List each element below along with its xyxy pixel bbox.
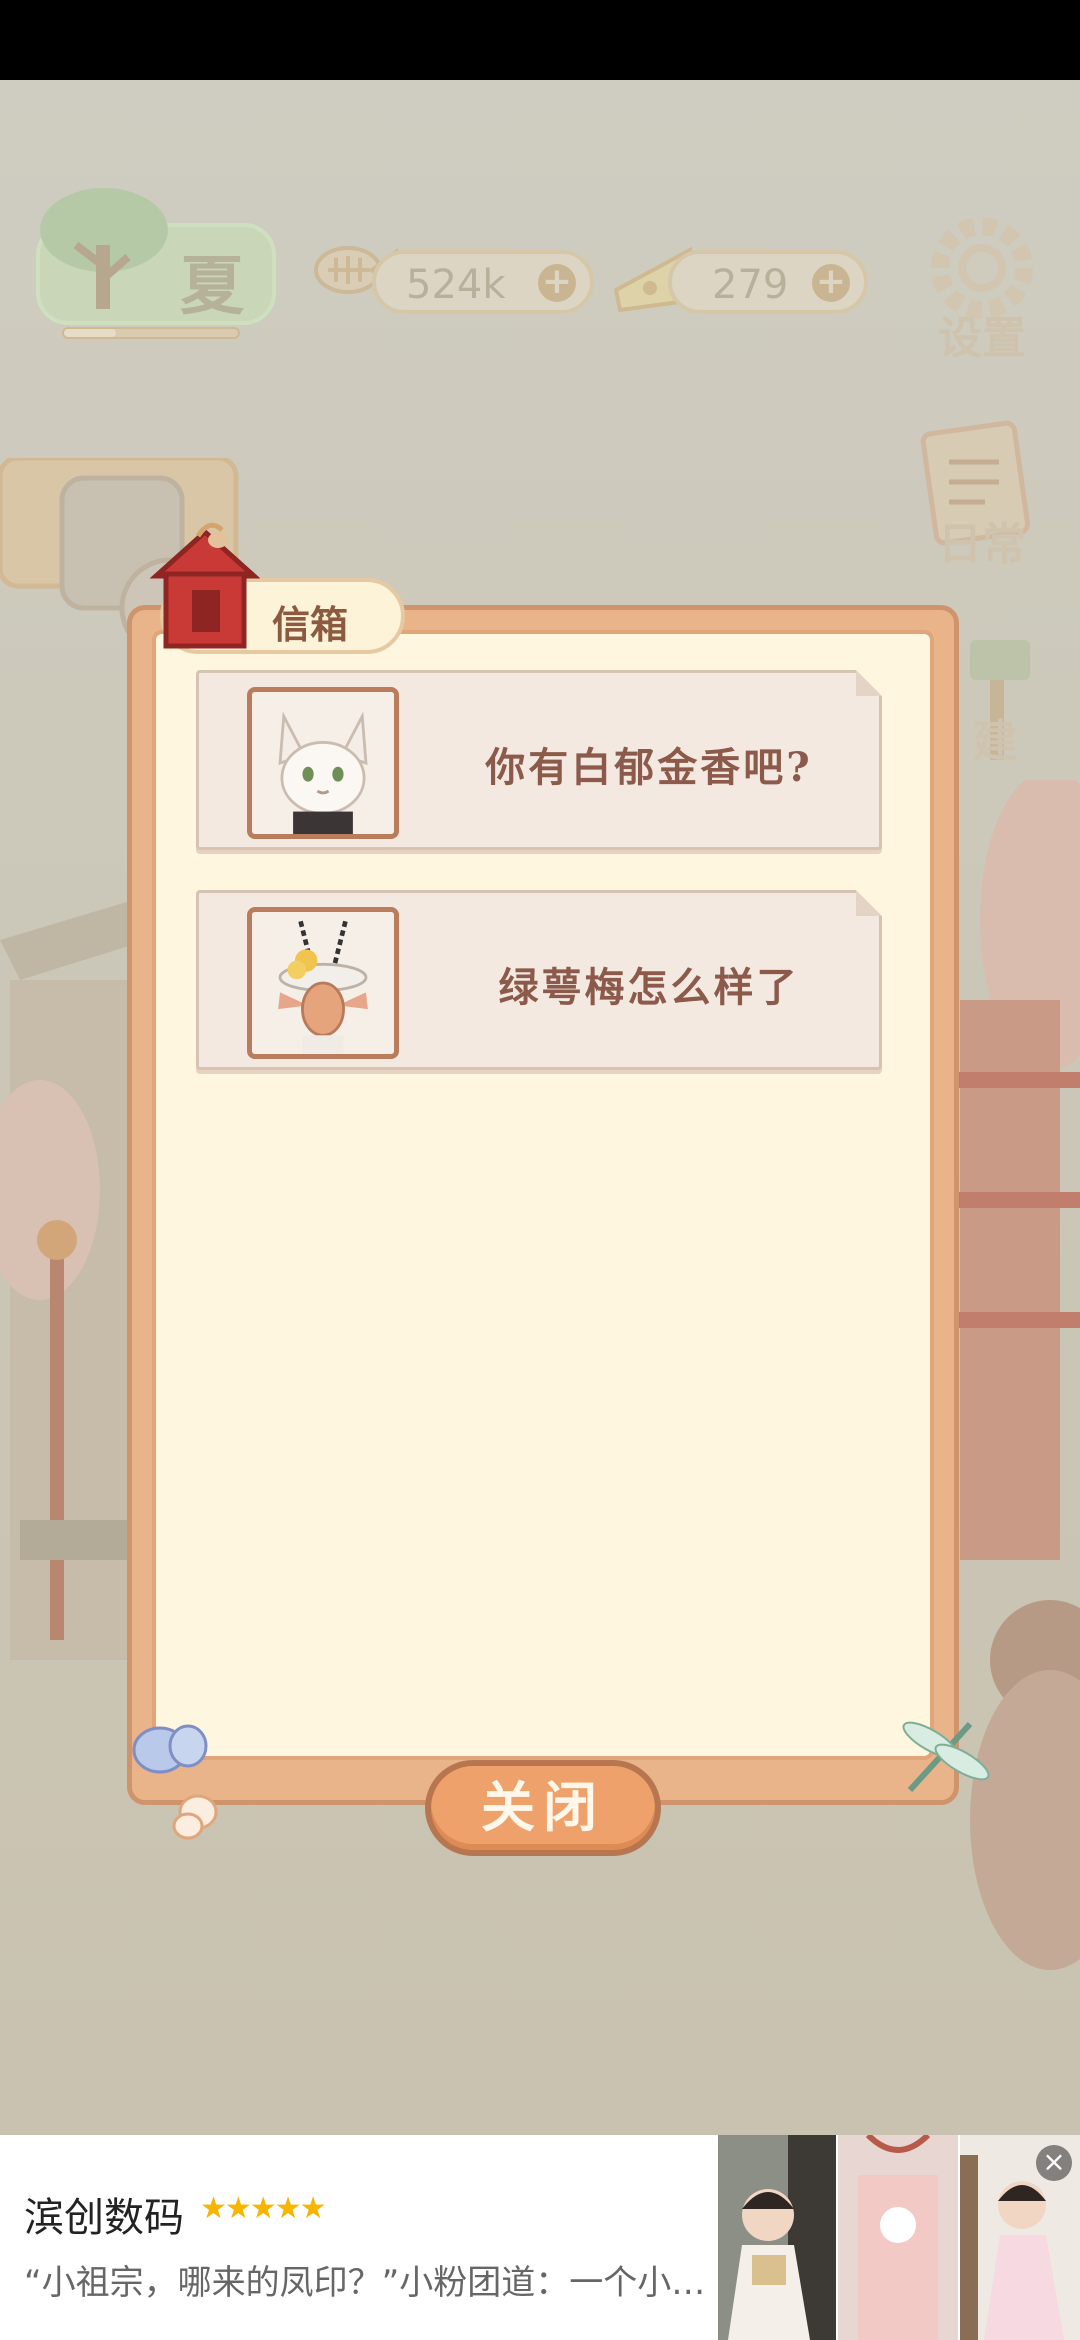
ad-image-dress-icon[interactable] bbox=[838, 2135, 958, 2340]
fish-currency-pill: 524k + bbox=[372, 250, 594, 314]
ad-close-button[interactable]: × bbox=[1036, 2145, 1072, 2181]
ad-image-girl-icon[interactable] bbox=[718, 2135, 836, 2340]
ad-description: “小祖宗，哪来的凤印？”小粉团道：一个小哥哥送的 bbox=[24, 2263, 714, 2303]
status-bar bbox=[0, 0, 1080, 80]
butterfly-decoration-icon bbox=[132, 1724, 218, 1840]
mailbox-tab-label: 信箱 bbox=[272, 602, 349, 647]
cheese-amount: 279 bbox=[712, 262, 789, 308]
ad-banner[interactable]: 滨创数码 ★★★★★ “小祖宗，哪来的凤印？”小粉团道：一个小哥哥送的 × bbox=[0, 2135, 1080, 2340]
ad-title: 滨创数码 bbox=[24, 2195, 184, 2241]
mail-title: 你有白郁金香吧? bbox=[485, 744, 813, 791]
build-label[interactable]: 建 bbox=[950, 705, 1040, 769]
daily-label[interactable]: 日常 bbox=[922, 508, 1042, 572]
mail-item[interactable]: 绿萼梅怎么样了 bbox=[196, 890, 882, 1070]
season-label: 夏 bbox=[180, 249, 244, 324]
red-mailbox-icon bbox=[150, 522, 260, 649]
mail-item[interactable]: 你有白郁金香吧? bbox=[196, 670, 882, 850]
mail-title: 绿萼梅怎么样了 bbox=[498, 964, 800, 1011]
fox-character-avatar-icon bbox=[247, 687, 399, 839]
add-fish-button[interactable]: + bbox=[538, 264, 576, 302]
fish-amount: 524k bbox=[406, 262, 506, 308]
season-progress-fill bbox=[64, 329, 117, 337]
season-progress-bar bbox=[62, 327, 240, 339]
settings-label[interactable]: 设置 bbox=[922, 302, 1042, 366]
add-cheese-button[interactable]: + bbox=[812, 264, 850, 302]
paper-corner bbox=[856, 890, 882, 916]
cheese-currency-pill: 279 + bbox=[668, 250, 868, 314]
antelope-character-avatar-icon bbox=[247, 907, 399, 1059]
ad-rating-stars: ★★★★★ bbox=[200, 2191, 326, 2226]
close-button-label: 关闭 bbox=[481, 1775, 605, 1839]
paper-corner bbox=[856, 670, 882, 696]
dragonfly-decoration-icon bbox=[902, 1721, 990, 1793]
close-button[interactable]: 关闭 bbox=[425, 1760, 661, 1856]
